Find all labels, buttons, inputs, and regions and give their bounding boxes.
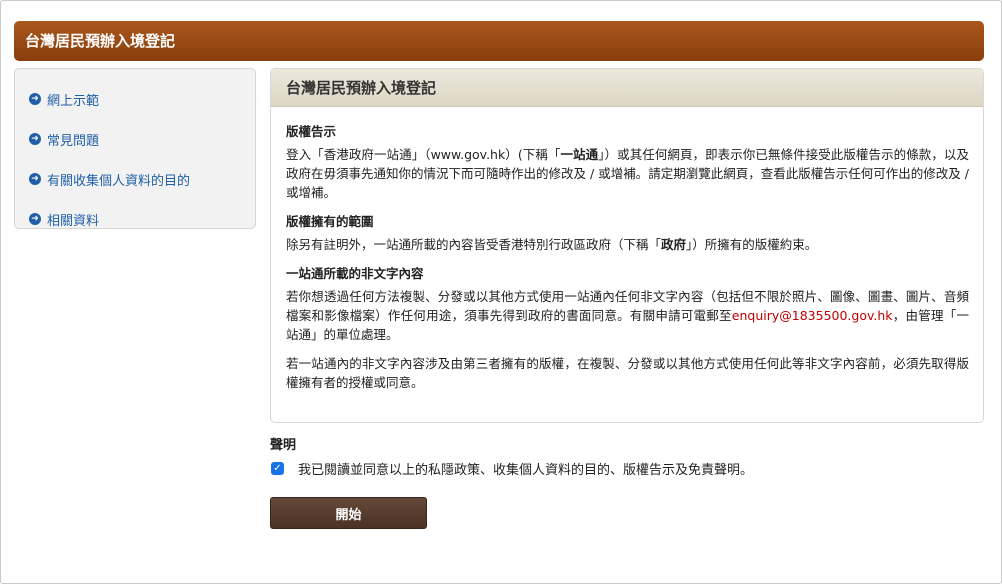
arrow-circle-right-icon: ➜: [29, 93, 41, 105]
copyright-notice-text: 登入「香港政府一站通」（www.gov.hk）(下稱「一站通」）或其任何網頁，即…: [286, 145, 969, 202]
copyright-scope-text: 除另有註明外，一站通所載的內容皆受香港特別行政區政府（下稱「政府」）所擁有的版權…: [286, 235, 969, 254]
arrow-circle-right-icon: ➜: [29, 133, 41, 145]
banner-title: 台灣居民預辦入境登記: [25, 32, 176, 50]
agree-checkbox[interactable]: ✓: [271, 462, 284, 475]
sidebar-item-related-info[interactable]: ➜ 相關資料: [15, 199, 255, 239]
page-banner: 台灣居民預辦入境登記: [14, 21, 984, 61]
text-segment: 登入「香港政府一站通」（www.gov.hk）(下稱「: [286, 147, 561, 162]
arrow-circle-right-icon: ➜: [29, 213, 41, 225]
text-segment: 」）所擁有的版權約束。: [686, 237, 818, 252]
text-segment: 除另有註明外，一站通所載的內容皆受香港特別行政區政府（下稱「: [286, 237, 662, 252]
sidebar-item-label: 相關資料: [47, 213, 100, 229]
copyright-notice-heading: 版權告示: [286, 124, 337, 139]
checkmark-icon: ✓: [273, 463, 282, 474]
sidebar-item-online-demo[interactable]: ➜ 網上示範: [15, 79, 255, 119]
panel-body: 版權告示 登入「香港政府一站通」（www.gov.hk）(下稱「一站通」）或其任…: [271, 107, 983, 392]
copyright-panel: 台灣居民預辦入境登記 版權告示 登入「香港政府一站通」（www.gov.hk）(…: [270, 68, 984, 423]
sidebar-item-faq[interactable]: ➜ 常見問題: [15, 119, 255, 159]
sidebar-item-data-collection-purpose[interactable]: ➜ 有關收集個人資料的目的: [15, 159, 255, 199]
arrow-circle-right-icon: ➜: [29, 173, 41, 185]
panel-title: 台灣居民預辦入境登記: [271, 69, 983, 107]
sidebar-item-label: 常見問題: [47, 133, 100, 149]
enquiry-email-link[interactable]: enquiry@1835500.gov.hk: [732, 308, 893, 323]
declaration-text: 我已閱讀並同意以上的私隱政策、收集個人資料的目的、版權告示及免責聲明。: [298, 463, 754, 478]
sidebar: ➜ 網上示範 ➜ 常見問題 ➜ 有關收集個人資料的目的 ➜ 相關資料: [14, 68, 256, 229]
non-text-content-heading: 一站通所載的非文字內容: [286, 266, 424, 281]
sidebar-item-label: 網上示範: [47, 93, 100, 109]
copyright-scope-heading: 版權擁有的範圍: [286, 214, 374, 229]
text-segment-bold: 政府: [661, 237, 687, 252]
sidebar-item-label: 有關收集個人資料的目的: [47, 173, 191, 189]
non-text-content-text: 若你想透過任何方法複製、分發或以其他方式使用一站通內任何非文字內容（包括但不限於…: [286, 287, 969, 344]
start-button[interactable]: 開始: [270, 497, 427, 529]
declaration-heading: 聲明: [270, 438, 297, 453]
text-segment-bold: 一站通: [560, 147, 599, 162]
declaration-row: ✓ 我已閱讀並同意以上的私隱政策、收集個人資料的目的、版權告示及免責聲明。: [270, 459, 753, 478]
third-party-content-text: 若一站通內的非文字內容涉及由第三者擁有的版權，在複製、分發或以其他方式使用任何此…: [286, 356, 969, 390]
